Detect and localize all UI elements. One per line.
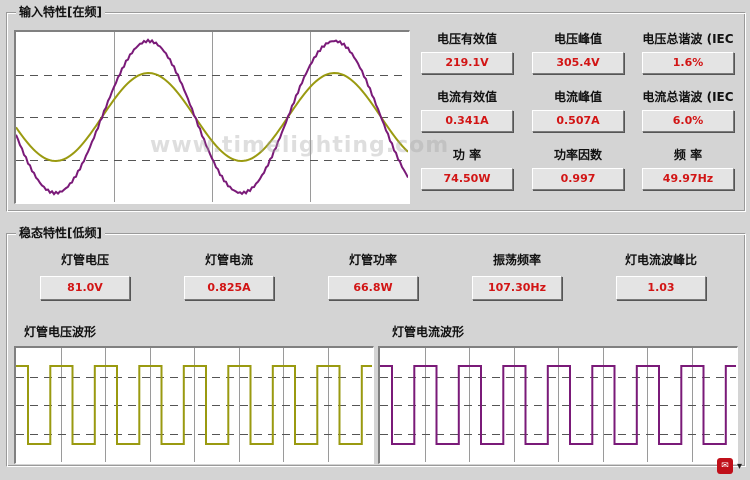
steady-metric-value: 0.825A bbox=[184, 276, 274, 300]
input-metric-label: 功 率 bbox=[452, 148, 482, 162]
input-metric-value: 0.507A bbox=[532, 110, 624, 132]
steady-metric-value: 107.30Hz bbox=[472, 276, 562, 300]
steady-metric-value: 1.03 bbox=[616, 276, 706, 300]
input-metric-label: 电流峰值 bbox=[553, 90, 602, 104]
input-section-title: 输入特性[在频] bbox=[16, 5, 105, 19]
lamp-voltage-waveform-scope bbox=[14, 346, 374, 464]
input-metric-label: 电压有效值 bbox=[436, 32, 497, 46]
chevron-down-icon[interactable]: ▾ bbox=[737, 461, 742, 472]
input-metric-label: 电压总谐波 (IEC bbox=[642, 32, 734, 46]
steady-metric-value: 81.0V bbox=[40, 276, 130, 300]
lamp-current-waveform-scope bbox=[378, 346, 738, 464]
input-metric-value: 0.341A bbox=[421, 110, 513, 132]
input-metric-value: 1.6% bbox=[642, 52, 734, 74]
input-metric-label: 电流有效值 bbox=[436, 90, 497, 104]
input-metric-value: 219.1V bbox=[421, 52, 513, 74]
input-metric-value: 74.50W bbox=[421, 168, 513, 190]
system-tray: ✉ ▾ bbox=[716, 458, 742, 474]
input-metric-label: 频 率 bbox=[673, 148, 703, 162]
steady-metric-label: 灯管电流 bbox=[204, 253, 253, 267]
steady-metric-label: 灯电流波峰比 bbox=[624, 253, 697, 267]
app-tray-icon[interactable]: ✉ bbox=[716, 458, 733, 474]
steady-metric-label: 灯管功率 bbox=[348, 253, 397, 267]
steady-section-title: 稳态特性[低频] bbox=[16, 226, 105, 240]
input-metric-label: 电压峰值 bbox=[553, 32, 602, 46]
steady-metric-value: 66.8W bbox=[328, 276, 418, 300]
steady-metric-label: 灯管电压 bbox=[60, 253, 109, 267]
lamp-voltage-waveform-label: 灯管电压波形 bbox=[24, 325, 97, 339]
input-waveform-scope bbox=[14, 30, 410, 204]
input-metric-label: 功率因数 bbox=[553, 148, 602, 162]
lamp-current-waveform-label: 灯管电流波形 bbox=[392, 325, 465, 339]
input-metric-value: 0.997 bbox=[532, 168, 624, 190]
input-metric-value: 305.4V bbox=[532, 52, 624, 74]
lamp-voltage-waveform-plot bbox=[16, 348, 372, 462]
input-metric-value: 6.0% bbox=[642, 110, 734, 132]
input-metric-value: 49.97Hz bbox=[642, 168, 734, 190]
lamp-current-waveform-plot bbox=[380, 348, 736, 462]
input-waveform-plot bbox=[16, 32, 408, 202]
steady-metric-label: 振荡频率 bbox=[492, 253, 541, 267]
input-metric-label: 电流总谐波 (IEC bbox=[642, 90, 734, 104]
